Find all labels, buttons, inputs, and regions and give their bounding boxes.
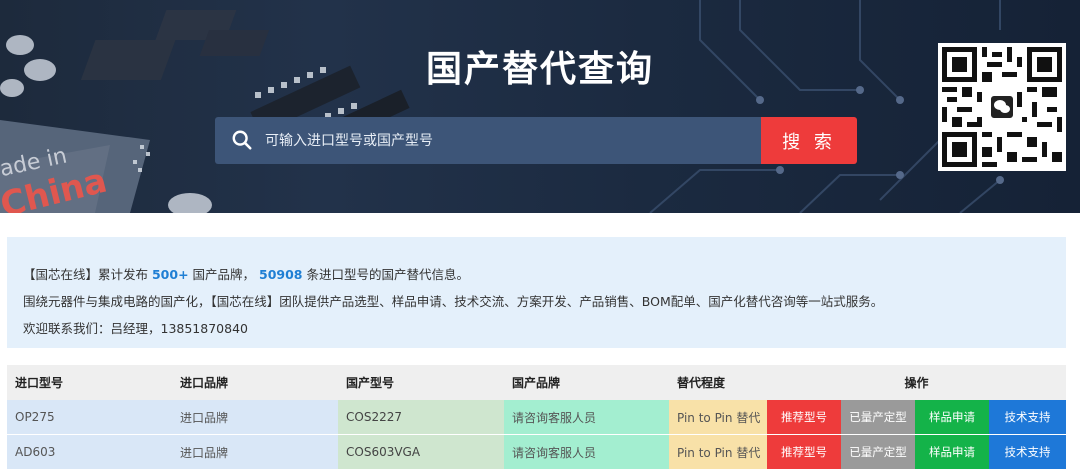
table-header: 进口型号 进口品牌 国产型号 国产品牌 替代程度 操作 (7, 365, 1066, 400)
search-icon (232, 130, 252, 150)
search-button[interactable]: 搜 索 (761, 117, 857, 164)
info-text: 【国芯在线】累计发布 (23, 267, 152, 282)
recommend-model-button[interactable]: 推荐型号 (767, 435, 841, 469)
header-domestic-model: 国产型号 (346, 376, 395, 390)
wechat-qr-code (938, 43, 1066, 171)
sample-request-button[interactable]: 样品申请 (915, 435, 989, 469)
table-row: AD603 进口品牌 COS603VGA 请咨询客服人员 Pin to Pin … (7, 435, 1066, 469)
info-line-services: 围绕元器件与集成电路的国产化，【国芯在线】团队提供产品选型、样品申请、技术交流、… (23, 294, 884, 309)
wechat-icon (988, 93, 1016, 121)
degree-cell: Pin to Pin 替代 (669, 435, 767, 469)
info-line-contact: 欢迎联系我们：吕经理，13851870840 (23, 321, 248, 336)
mass-production-badge[interactable]: 已量产定型 (841, 435, 915, 469)
domestic-model-cell: COS2227 (338, 400, 504, 434)
info-text: 条进口型号的国产替代信息。 (302, 267, 469, 282)
recommend-model-button[interactable]: 推荐型号 (767, 400, 841, 434)
search-input[interactable] (265, 117, 745, 164)
page-title: 国产替代查询 (425, 49, 654, 90)
header-domestic-brand: 国产品牌 (512, 376, 561, 390)
domestic-brand-cell: 请咨询客服人员 (504, 400, 669, 434)
search-box (215, 117, 761, 164)
header-degree: 替代程度 (677, 376, 726, 390)
model-count: 50908 (259, 267, 303, 282)
mass-production-badge[interactable]: 已量产定型 (841, 400, 915, 434)
import-model-cell: OP275 (7, 400, 172, 434)
hero-banner: ade in China 国产替代查询 搜 索 (0, 0, 1080, 213)
import-brand-cell: 进口品牌 (172, 435, 338, 469)
tech-support-button[interactable]: 技术支持 (989, 400, 1066, 434)
header-import-model: 进口型号 (15, 376, 64, 390)
degree-cell: Pin to Pin 替代 (669, 400, 767, 434)
tech-support-button[interactable]: 技术支持 (989, 435, 1066, 469)
replacement-table: 进口型号 进口品牌 国产型号 国产品牌 替代程度 操作 OP275 进口品牌 C… (7, 365, 1066, 469)
info-line-stats: 【国芯在线】累计发布 500+ 国产品牌， 50908 条进口型号的国产替代信息… (23, 261, 1050, 288)
import-model-cell: AD603 (7, 435, 172, 469)
info-text: 国产品牌， (188, 267, 260, 282)
table-row: OP275 进口品牌 COS2227 请咨询客服人员 Pin to Pin 替代… (7, 400, 1066, 434)
circuit-background: ade in China (0, 0, 1004, 213)
domestic-brand-cell: 请咨询客服人员 (504, 435, 669, 469)
header-import-brand: 进口品牌 (180, 376, 229, 390)
domestic-model-cell: COS603VGA (338, 435, 504, 469)
header-actions: 操作 (904, 376, 929, 390)
sample-request-button[interactable]: 样品申请 (915, 400, 989, 434)
brand-count: 500+ (151, 267, 189, 282)
info-panel: 【国芯在线】累计发布 500+ 国产品牌， 50908 条进口型号的国产替代信息… (7, 237, 1066, 348)
import-brand-cell: 进口品牌 (172, 400, 338, 434)
